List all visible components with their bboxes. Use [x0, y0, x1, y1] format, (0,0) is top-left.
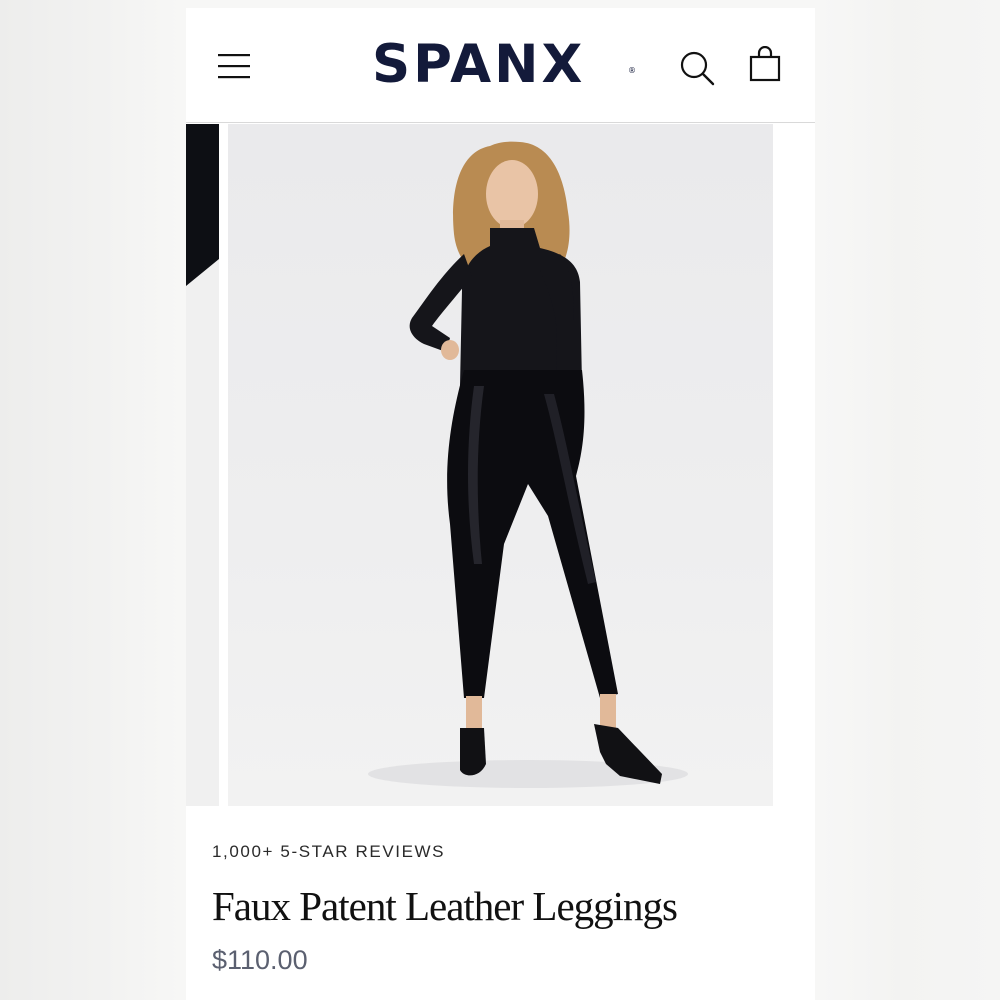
site-header: SPANX ® — [186, 8, 815, 123]
product-image-carousel[interactable] — [186, 124, 815, 806]
previous-slide-peek[interactable] — [186, 124, 219, 806]
brand-logo[interactable]: SPANX ® — [372, 34, 636, 95]
product-info: 1,000+ 5-STAR REVIEWS Faux Patent Leathe… — [212, 838, 792, 976]
previous-slide-image — [186, 124, 219, 286]
product-price: $110.00 — [212, 945, 308, 975]
model-illustration — [368, 141, 688, 788]
hamburger-menu-icon[interactable] — [218, 53, 250, 79]
product-photo[interactable] — [228, 124, 773, 806]
brand-name: SPANX — [372, 34, 586, 95]
product-title: Faux Patent Leather Leggings — [212, 883, 678, 929]
trademark-symbol: ® — [628, 66, 636, 75]
shopping-bag-icon[interactable] — [748, 46, 782, 82]
mobile-product-page: SPANX ® 1,000+ 5-STAR REVIEWS Faux Paten… — [186, 8, 815, 1000]
reviews-badge[interactable]: 1,000+ 5-STAR REVIEWS — [212, 838, 792, 866]
next-slide-peek[interactable] — [773, 124, 815, 806]
search-icon[interactable] — [680, 51, 716, 87]
